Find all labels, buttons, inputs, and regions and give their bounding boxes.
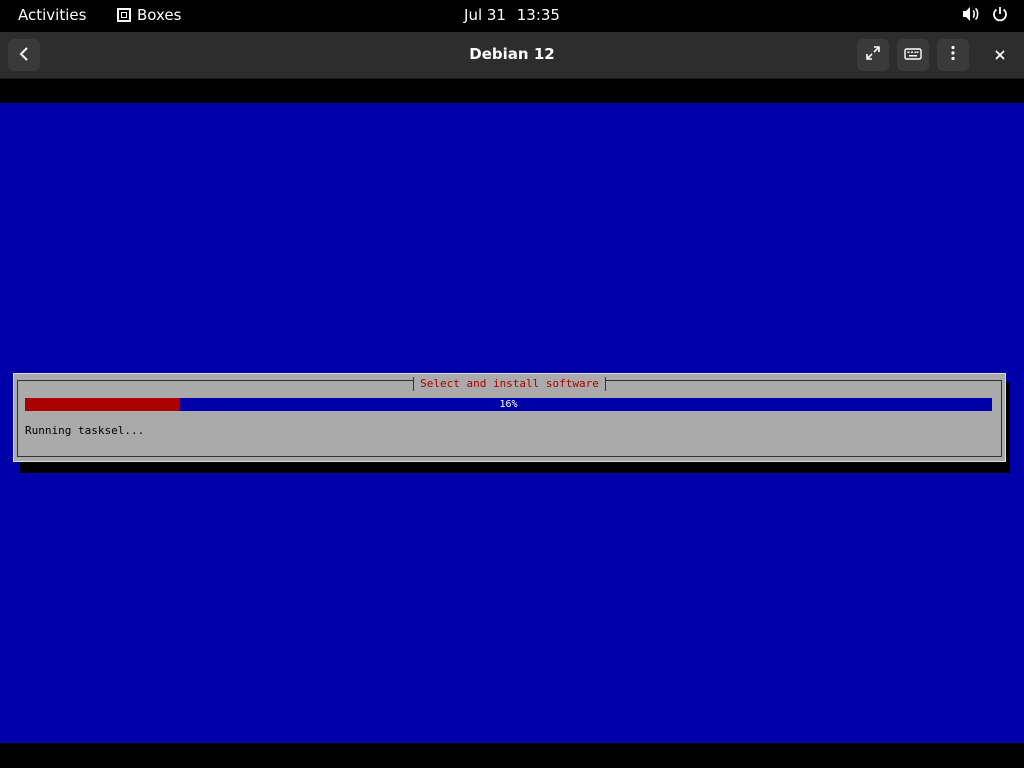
status-message: Running tasksel... (25, 424, 145, 437)
vm-display[interactable]: Select and install software 16% Running … (0, 79, 1024, 768)
kebab-menu-icon (950, 45, 956, 65)
progress-percent: 16% (499, 399, 518, 410)
menu-button[interactable] (937, 39, 969, 71)
close-icon (994, 46, 1006, 65)
clock-button[interactable]: Jul 31 13:35 (0, 6, 1024, 24)
gnome-top-bar: Activities Boxes Jul 31 13:35 (0, 0, 1024, 32)
fullscreen-icon (865, 45, 881, 65)
power-icon (992, 6, 1008, 26)
boxes-header-bar: Debian 12 (0, 32, 1024, 79)
dialog-frame: Select and install software (17, 377, 1002, 457)
dialog-title: Select and install software (413, 377, 606, 391)
debian-installer-screen: Select and install software 16% Running … (0, 103, 1024, 743)
clock-date: Jul 31 (464, 6, 506, 24)
fullscreen-button[interactable] (857, 39, 889, 71)
clock-time: 13:35 (516, 6, 560, 24)
keyboard-button[interactable] (897, 39, 929, 71)
close-button[interactable] (984, 39, 1016, 71)
installer-progress-dialog: Select and install software 16% Running … (13, 373, 1006, 462)
system-menu-button[interactable] (962, 6, 1008, 26)
keyboard-icon (904, 46, 922, 65)
volume-icon (962, 6, 980, 26)
progress-bar: 16% (25, 398, 992, 411)
